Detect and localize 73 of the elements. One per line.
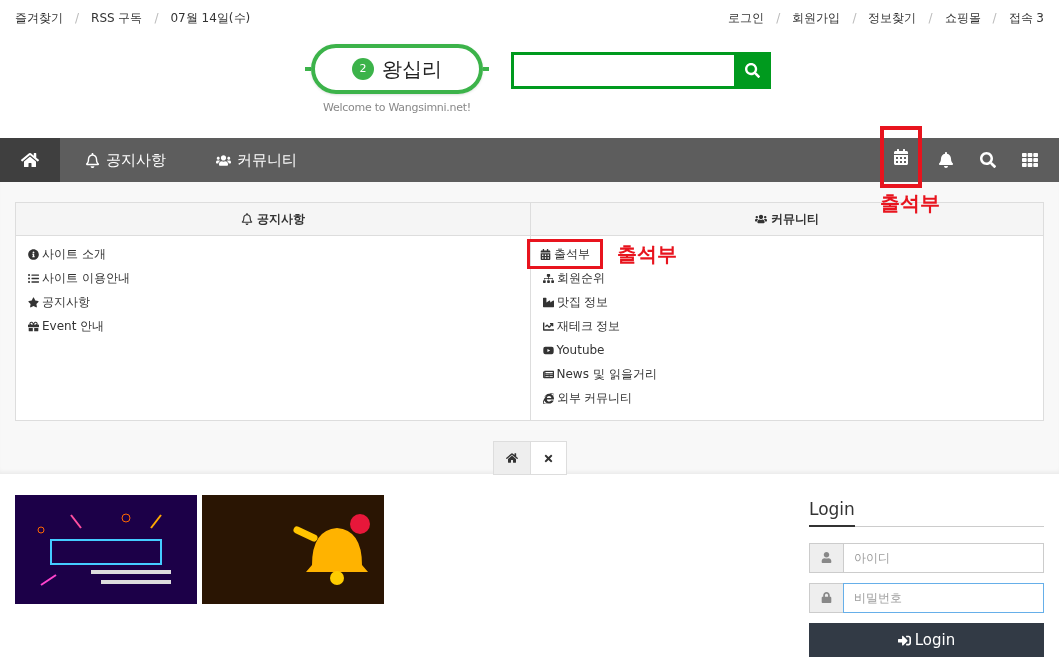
- bell-icon: [938, 152, 954, 168]
- people-icon: [216, 152, 231, 168]
- grid-icon: [1022, 152, 1038, 168]
- bell-icon: [240, 213, 253, 225]
- annotation-label: 출석부: [880, 190, 940, 217]
- gift-icon: [28, 320, 39, 332]
- search-button[interactable]: [734, 52, 771, 89]
- menu-link[interactable]: 회원순위: [542, 269, 605, 287]
- login-field[interactable]: 아이디: [843, 542, 1044, 573]
- menu-link[interactable]: 출석부: [526, 239, 603, 269]
- menu-link[interactable]: 사이트 이용안내: [28, 269, 130, 287]
- separator: /: [776, 10, 781, 27]
- login-title: Login: [809, 497, 855, 527]
- hierarchy-icon: [542, 272, 554, 284]
- star-icon: [28, 296, 39, 308]
- calendar-icon: [893, 149, 909, 165]
- search-field[interactable]: [511, 52, 734, 89]
- separator: /: [928, 10, 933, 27]
- calendar-icon: [539, 248, 551, 260]
- newspaper-icon: [542, 368, 554, 380]
- menu-link[interactable]: 공지사항: [28, 293, 90, 311]
- top-link[interactable]: 로그인: [728, 9, 765, 27]
- annotation-label: 출석부: [616, 241, 677, 268]
- sign-in-icon: [897, 633, 911, 647]
- notice-banner-image[interactable]: [202, 495, 384, 604]
- home-icon: [505, 452, 518, 464]
- logo-title: 왕십리: [382, 56, 442, 83]
- search-icon: [980, 152, 996, 168]
- top-link[interactable]: 정보찾기: [868, 9, 917, 27]
- line-number-badge: 2: [352, 58, 374, 80]
- user-icon: [821, 552, 832, 563]
- factory-icon: [542, 296, 554, 308]
- welcome-banner-image[interactable]: [15, 495, 197, 604]
- toolbar-button[interactable]: [880, 126, 922, 188]
- home-button[interactable]: [0, 138, 60, 182]
- people-icon: [754, 213, 767, 225]
- column-title: 커뮤니티: [770, 211, 819, 228]
- menu-link[interactable]: 재테크 정보: [542, 317, 621, 335]
- separator: /: [992, 10, 997, 27]
- close-icon: [542, 452, 554, 464]
- menu-link[interactable]: Youtube: [542, 341, 605, 359]
- menu-link[interactable]: Event 안내: [28, 317, 105, 335]
- tagline: Welcome to Wangsimni.net!: [323, 100, 471, 116]
- menu-link[interactable]: 외부 커뮤니티: [542, 389, 633, 407]
- menu-link[interactable]: News 및 읽을거리: [542, 365, 657, 383]
- lock-icon: [821, 592, 832, 603]
- top-link[interactable]: 회원가입: [792, 9, 841, 27]
- bell-icon: [85, 152, 100, 168]
- info-icon: [28, 248, 39, 260]
- separator: /: [852, 10, 857, 27]
- separator: /: [154, 10, 159, 27]
- list-icon: [28, 272, 39, 284]
- logo[interactable]: 2 왕십리: [311, 44, 483, 94]
- top-link[interactable]: 접속 3: [1008, 9, 1044, 27]
- top-link[interactable]: 즐겨찾기: [15, 9, 63, 27]
- column-title: 공지사항: [256, 211, 305, 228]
- home-icon: [21, 151, 39, 169]
- play-icon: [542, 344, 554, 356]
- close-button[interactable]: [530, 441, 567, 475]
- top-link[interactable]: RSS 구독: [91, 9, 143, 27]
- e-logo-icon: [542, 392, 554, 404]
- separator: /: [75, 10, 80, 27]
- login-button[interactable]: Login: [809, 622, 1044, 657]
- top-link[interactable]: 쇼핑몰: [944, 9, 981, 27]
- login-field[interactable]: 비밀번호: [843, 582, 1044, 613]
- line-chart-icon: [542, 320, 554, 332]
- home-tab[interactable]: [492, 441, 531, 475]
- nav-menu-item[interactable]: 공지사항: [60, 148, 191, 172]
- menu-link[interactable]: 사이트 소개: [28, 245, 106, 263]
- top-link[interactable]: 07월 14일(수): [170, 9, 251, 27]
- menu-link[interactable]: 맛집 정보: [542, 293, 609, 311]
- search-icon: [745, 63, 760, 78]
- nav-menu-item[interactable]: 커뮤니티: [191, 148, 322, 172]
